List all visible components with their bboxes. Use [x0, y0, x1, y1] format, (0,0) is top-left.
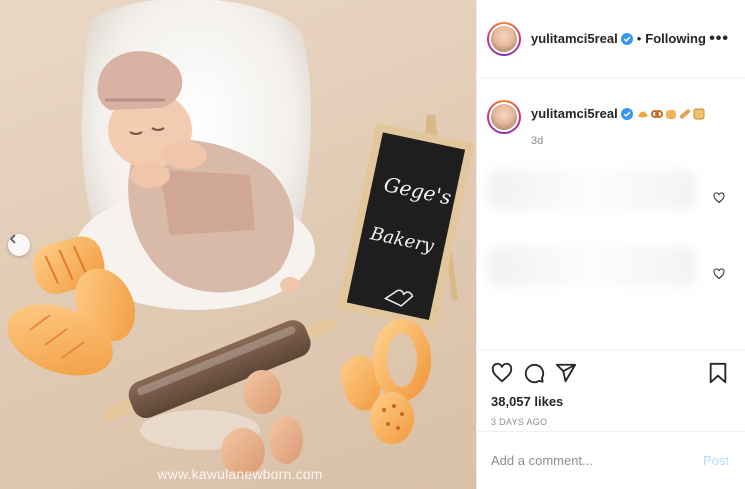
toast-emoji — [693, 108, 705, 119]
post-header: yulitamci5real • Following ••• — [477, 0, 745, 78]
chevron-left-icon — [9, 234, 16, 244]
croissant-emoji — [637, 111, 648, 117]
like-count[interactable]: 38,057 likes — [491, 394, 729, 409]
caption: yulitamci5real 3d — [487, 100, 729, 147]
post-actions: 38,057 likes 3 DAYS AGO — [477, 349, 745, 431]
post-photo[interactable]: Gege's Bakery www.kawulanewborn.com — [0, 0, 476, 489]
share-icon[interactable] — [555, 362, 577, 384]
previous-photo-button[interactable] — [8, 234, 30, 256]
caption-line: yulitamci5real — [531, 106, 705, 121]
photo-watermark: www.kawulanewborn.com — [157, 466, 323, 482]
blurred-comment — [487, 170, 697, 210]
verified-badge-icon — [620, 107, 633, 120]
comment-input[interactable] — [491, 453, 703, 468]
comment-like-heart-icon[interactable] — [713, 268, 725, 280]
post-side-panel: yulitamci5real • Following ••• yulitamci… — [476, 0, 745, 489]
comment-icon[interactable] — [523, 362, 545, 384]
follow-separator: • — [636, 31, 642, 46]
comments-section: yulitamci5real 3d — [477, 78, 745, 349]
caption-body: yulitamci5real 3d — [531, 106, 705, 147]
bread-emoji — [665, 109, 676, 119]
verified-badge-icon — [620, 32, 633, 45]
caption-username[interactable]: yulitamci5real — [531, 106, 618, 121]
pretzel-emoji — [650, 109, 663, 118]
caption-time: 3d — [531, 135, 544, 147]
following-button[interactable]: Following — [645, 31, 706, 46]
bookmark-icon[interactable] — [707, 362, 729, 384]
action-icons — [491, 362, 729, 384]
author-avatar[interactable] — [487, 21, 521, 56]
avatar-image — [489, 23, 519, 54]
caption-avatar[interactable] — [487, 100, 521, 134]
more-options-icon[interactable]: ••• — [709, 30, 729, 48]
photo-illustration: Gege's Bakery — [7, 0, 475, 476]
post-date[interactable]: 3 DAYS AGO — [491, 417, 729, 427]
caption-emojis — [637, 108, 705, 120]
avatar-image — [489, 102, 519, 132]
comment-like-heart-icon[interactable] — [713, 192, 725, 204]
instagram-post: Gege's Bakery www.kawulanewborn.com yuli… — [0, 0, 745, 489]
blurred-comment — [487, 246, 697, 286]
heart-icon[interactable] — [491, 362, 513, 384]
add-comment-bar: Post — [477, 431, 745, 489]
post-comment-button[interactable]: Post — [703, 453, 729, 468]
author-username[interactable]: yulitamci5real — [531, 31, 618, 46]
baguette-emoji — [679, 108, 690, 119]
